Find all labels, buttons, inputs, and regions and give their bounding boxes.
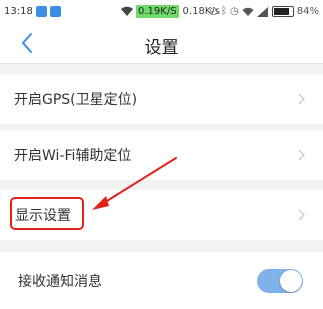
toggle-knob	[280, 270, 302, 292]
battery-percent: 84%	[296, 6, 319, 17]
notification-badge-icon	[35, 6, 47, 17]
alarm-icon: ◴	[209, 6, 219, 17]
settings-item-label: 开启Wi-Fi辅助定位	[14, 148, 132, 164]
chevron-right-icon	[298, 209, 305, 221]
notifications-toggle[interactable]	[257, 269, 303, 293]
signal-icon	[256, 6, 268, 17]
status-icons: ◴ ᛒ ◷ 84%	[206, 4, 319, 19]
alarm-icon: ◷	[230, 6, 239, 17]
chevron-right-icon	[298, 93, 305, 105]
settings-item-wifi-location[interactable]: 开启Wi-Fi辅助定位	[0, 130, 323, 180]
chevron-right-icon	[298, 149, 305, 161]
wifi-icon	[121, 6, 133, 16]
bluetooth-icon: ᛒ	[221, 6, 228, 17]
status-time: 13:18	[4, 6, 33, 17]
net-speed-primary: 0.19K/S	[136, 5, 179, 18]
settings-item-notifications: 接收通知消息	[0, 252, 323, 309]
wifi-icon	[242, 7, 254, 16]
settings-item-label: 接收通知消息	[18, 274, 102, 290]
network-speed-group: 0.19K/S 0.18K/s	[120, 4, 220, 19]
settings-item-gps[interactable]: 开启GPS(卫星定位)	[0, 74, 323, 124]
page-title: 设置	[144, 38, 179, 58]
settings-item-label: 显示设置	[15, 208, 71, 224]
nav-bar: 设置	[0, 23, 323, 64]
battery-icon	[271, 6, 294, 17]
notification-badge-icon	[49, 6, 61, 17]
status-bar: 13:18 0.19K/S 0.18K/s ◴ ᛒ ◷ 84%	[0, 0, 323, 23]
settings-item-display[interactable]: 显示设置	[0, 190, 323, 240]
settings-item-label: 开启GPS(卫星定位)	[14, 92, 138, 108]
